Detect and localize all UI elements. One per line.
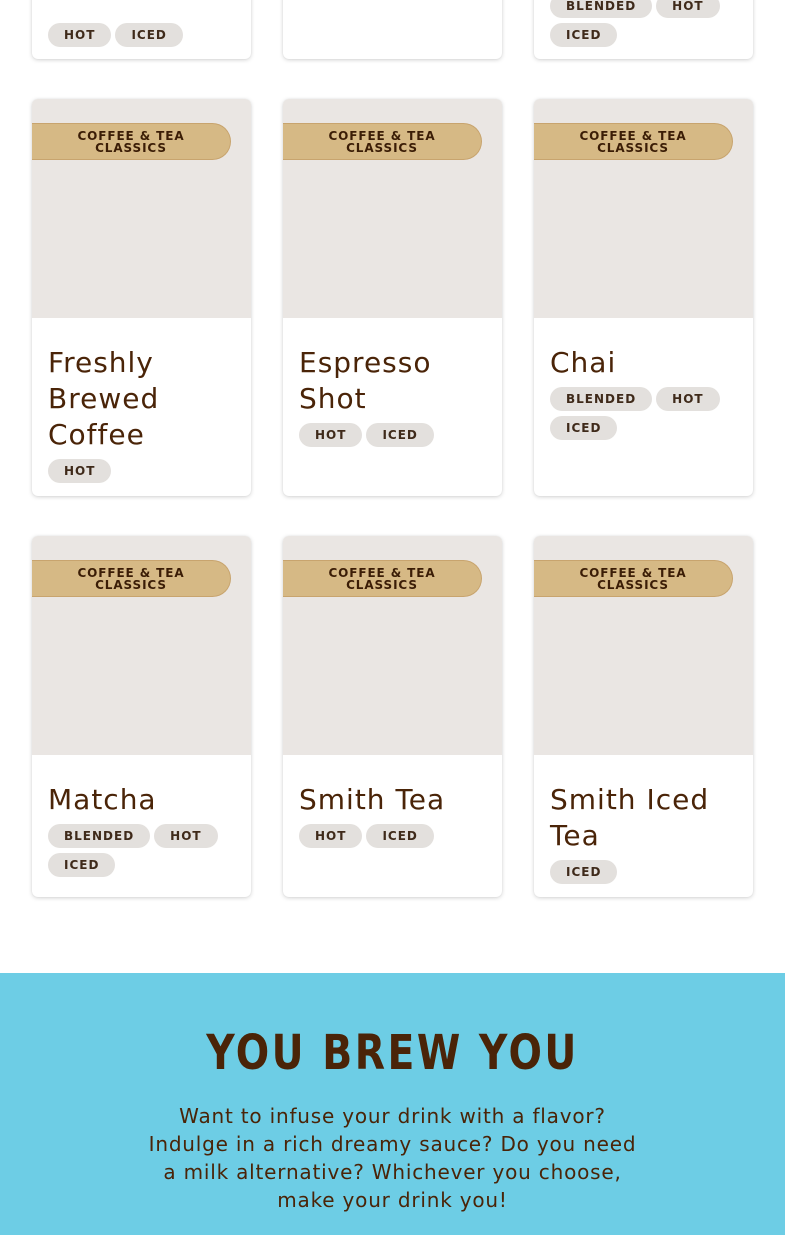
product-image: COFFEE & TEA CLASSICS xyxy=(32,536,251,755)
product-card-matcha[interactable]: COFFEE & TEA CLASSICS Matcha BLENDED HOT… xyxy=(32,536,251,897)
tag: HOT xyxy=(154,824,218,848)
product-image: COFFEE & TEA CLASSICS xyxy=(283,536,502,755)
tag: HOT xyxy=(656,387,720,411)
tag-list: HOT xyxy=(48,459,235,483)
product-card-smith-tea[interactable]: COFFEE & TEA CLASSICS Smith Tea HOT ICED xyxy=(283,536,502,897)
tag: ICED xyxy=(550,416,618,440)
tag-list: BLENDED HOT ICED xyxy=(550,387,737,440)
product-card-smith-iced-tea[interactable]: COFFEE & TEA CLASSICS Smith Iced Tea ICE… xyxy=(534,536,753,897)
tag-list: HOT ICED xyxy=(299,423,486,447)
tag: BLENDED xyxy=(48,824,151,848)
tag: HOT xyxy=(299,423,363,447)
tag: ICED xyxy=(115,23,183,47)
product-card-freshly-brewed-coffee[interactable]: COFFEE & TEA CLASSICS Freshly Brewed Cof… xyxy=(32,99,251,496)
tag: ICED xyxy=(550,860,618,884)
product-image: COFFEE & TEA CLASSICS xyxy=(283,99,502,318)
category-badge: COFFEE & TEA CLASSICS xyxy=(283,123,482,160)
tag-list: ICED xyxy=(550,860,737,884)
product-title[interactable]: Freshly Brewed Coffee xyxy=(48,345,235,453)
tag: HOT xyxy=(48,459,112,483)
product-card[interactable]: HOT ICED xyxy=(32,0,251,59)
tag: BLENDED xyxy=(550,387,653,411)
category-badge: COFFEE & TEA CLASSICS xyxy=(534,560,733,597)
tag-list: BLENDED HOT ICED xyxy=(550,0,743,47)
tag-list: BLENDED HOT ICED xyxy=(48,824,235,877)
product-card[interactable] xyxy=(283,0,502,59)
product-image: COFFEE & TEA CLASSICS xyxy=(534,99,753,318)
product-image: COFFEE & TEA CLASSICS xyxy=(534,536,753,755)
tag: HOT xyxy=(48,23,112,47)
tag: HOT xyxy=(656,0,720,18)
product-title[interactable]: Espresso Shot xyxy=(299,345,459,417)
product-title[interactable]: Smith Iced Tea xyxy=(550,782,737,854)
category-badge: COFFEE & TEA CLASSICS xyxy=(534,123,733,160)
product-card-espresso-shot[interactable]: COFFEE & TEA CLASSICS Espresso Shot HOT … xyxy=(283,99,502,496)
tag: ICED xyxy=(366,423,434,447)
product-title[interactable]: Smith Tea xyxy=(299,782,486,818)
product-card-chai[interactable]: COFFEE & TEA CLASSICS Chai BLENDED HOT I… xyxy=(534,99,753,496)
banner-title: YOU BREW YOU xyxy=(206,1025,579,1081)
tag: HOT xyxy=(299,824,363,848)
tag: BLENDED xyxy=(550,0,653,18)
category-badge: COFFEE & TEA CLASSICS xyxy=(32,560,231,597)
product-image: COFFEE & TEA CLASSICS xyxy=(32,99,251,318)
tag: ICED xyxy=(366,824,434,848)
tag-list: HOT ICED xyxy=(48,23,241,47)
banner-text: Want to infuse your drink with a flavor?… xyxy=(148,1104,637,1212)
tag: ICED xyxy=(550,23,618,47)
product-card[interactable]: BLENDED HOT ICED xyxy=(534,0,753,59)
category-badge: COFFEE & TEA CLASSICS xyxy=(32,123,231,160)
product-title[interactable]: Matcha xyxy=(48,782,235,818)
category-badge: COFFEE & TEA CLASSICS xyxy=(283,560,482,597)
tag: ICED xyxy=(48,853,116,877)
product-title[interactable]: Chai xyxy=(550,345,737,381)
tag-list: HOT ICED xyxy=(299,824,486,848)
you-brew-you-banner: YOU BREW YOU Want to infuse your drink w… xyxy=(0,973,785,1235)
